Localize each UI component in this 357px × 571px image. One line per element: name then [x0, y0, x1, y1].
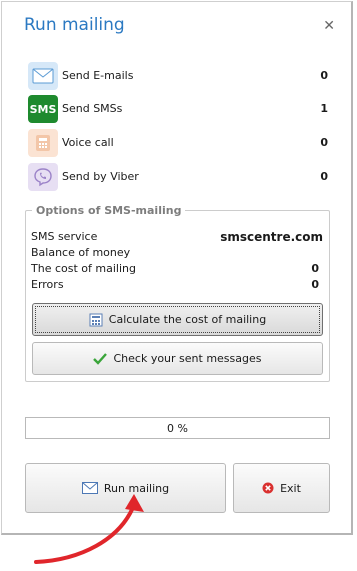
annotation-arrow-icon [34, 494, 144, 564]
